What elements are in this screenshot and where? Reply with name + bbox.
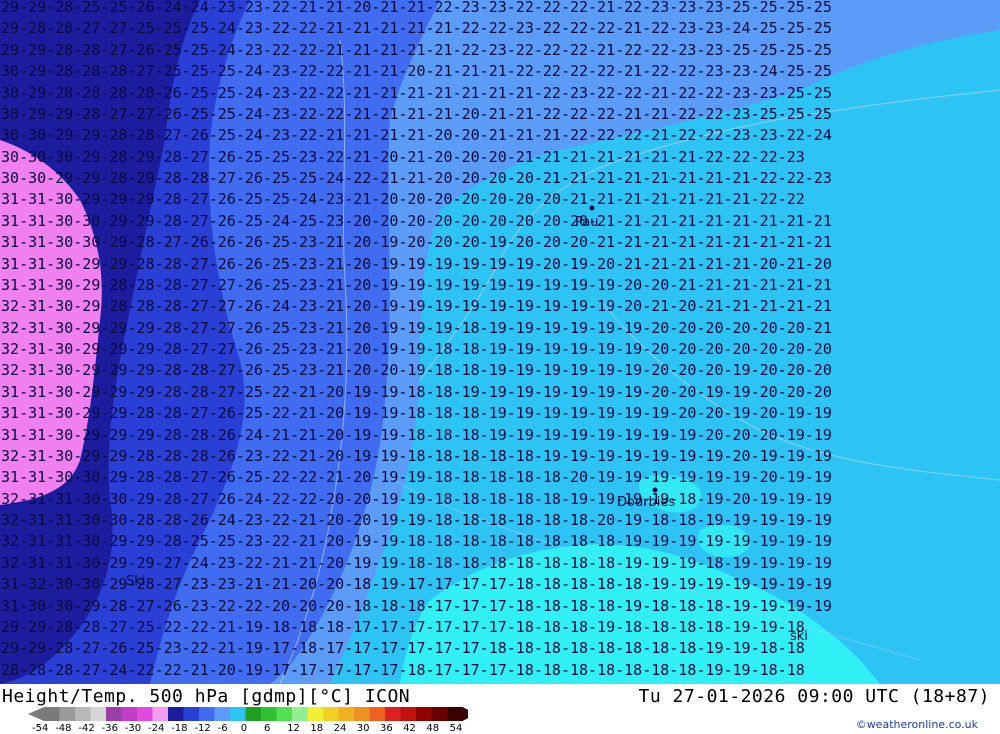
temperature-row: -32-31-30-29-28-28-28-27-27-26-24-23-21-… — [0, 297, 832, 315]
legend-tick-label: -42 — [78, 723, 95, 734]
legend-swatch — [230, 707, 246, 721]
legend-tick-label: -30 — [124, 723, 142, 734]
place-ski-2[interactable]: ski — [790, 629, 808, 644]
legend-swatch — [276, 707, 293, 721]
temperature-row: -31-31-30-29-29-29-28-28-27-25-22-21-20-… — [0, 383, 832, 401]
temperature-row: -32-31-31-30-30-28-28-26-24-23-22-21-20-… — [0, 511, 832, 529]
legend-tick-label: -24 — [148, 723, 165, 734]
legend-tick-label: 18 — [310, 723, 324, 734]
temperature-row: -31-31-30-29-29-29-28-28-26-24-21-21-20-… — [0, 426, 832, 444]
legend-tick-label: -54 — [32, 723, 49, 734]
legend-swatch — [447, 707, 463, 721]
legend-swatch — [431, 707, 448, 721]
legend-tick-label: -18 — [171, 723, 188, 734]
temperature-row: -31-31-30-29-28-28-28-27-27-26-25-23-21-… — [0, 276, 832, 294]
legend-tick-label: -36 — [101, 723, 118, 734]
map-canvas: -29-29-28-25-25-26-24-24-23-23-22-21-21-… — [0, 0, 1000, 684]
legend-tick-label: -48 — [55, 723, 72, 734]
temperature-map[interactable]: -29-29-28-25-25-26-24-24-23-23-22-21-21-… — [0, 0, 1000, 684]
legend-swatch — [292, 707, 308, 721]
temperature-row: -29-28-28-27-27-25-25-25-24-23-22-22-21-… — [0, 19, 832, 37]
temperature-row: -30-29-29-28-27-27-26-25-25-24-23-22-22-… — [0, 105, 832, 123]
temperature-row: -32-31-31-30-29-29-27-24-23-22-21-21-20-… — [0, 554, 832, 572]
legend-tick-label: 12 — [287, 723, 300, 734]
temperature-row: -30-30-29-29-28-29-28-28-27-26-25-25-24-… — [0, 169, 832, 187]
legend-swatch — [416, 707, 432, 721]
legend-swatch — [152, 707, 169, 721]
temperature-row: -31-32-30-30-29-28-27-23-23-21-21-20-20-… — [0, 575, 832, 593]
temperature-row: -32-31-31-30-29-29-28-25-25-23-22-21-20-… — [0, 532, 832, 550]
legend-swatches — [28, 707, 468, 721]
legend-tick-label: 30 — [356, 723, 370, 734]
temperature-row: -31-31-30-30-29-28-27-26-26-26-25-23-21-… — [0, 233, 832, 251]
legend-swatch — [183, 707, 200, 721]
temperature-row: -31-31-30-29-29-29-28-27-26-25-25-24-23-… — [0, 190, 805, 208]
legend-swatch — [121, 707, 138, 721]
place-dourbies-label: Dourbies — [617, 495, 675, 510]
temperature-row: -30-29-28-28-28-27-25-25-25-24-23-22-22-… — [0, 62, 832, 80]
legend-tick-label: 6 — [264, 723, 271, 734]
legend-tick-label: -12 — [194, 723, 211, 734]
temperature-row: -30-29-28-28-28-28-26-25-25-24-23-22-22-… — [0, 84, 832, 102]
legend-swatch — [385, 707, 401, 721]
legend-swatch — [400, 707, 417, 721]
temperature-row: -30-30-29-29-28-28-27-26-25-24-23-22-21-… — [0, 126, 832, 144]
temperature-row: -32-31-30-29-29-29-28-27-27-26-25-23-21-… — [0, 319, 832, 337]
temperature-row: -32-31-31-30-30-29-28-27-26-24-22-22-20-… — [0, 490, 832, 508]
temperature-row: -31-31-30-30-29-29-28-27-26-25-24-25-23-… — [0, 212, 832, 230]
color-legend — [28, 707, 468, 721]
temperature-row: -28-28-28-27-24-22-22-21-20-19-17-17-17-… — [0, 661, 805, 679]
legend-swatch — [106, 707, 122, 721]
legend-swatch — [199, 707, 215, 721]
legend-tick-label: -6 — [217, 723, 228, 734]
legend-swatch — [44, 707, 60, 721]
place-pau-label: Pau — [575, 215, 598, 230]
place-dourbies-marker — [652, 487, 658, 493]
temperature-row: -31-30-30-29-28-27-26-23-22-22-20-20-20-… — [0, 597, 832, 615]
legend-arrow-left — [28, 707, 44, 721]
map-datetime: Tu 27-01-2026 09:00 UTC (18+87) — [638, 686, 990, 707]
legend-swatch — [369, 707, 386, 721]
temperature-row: -31-31-30-30-29-28-28-27-26-25-22-22-21-… — [0, 468, 832, 486]
legend-tick-label: 54 — [449, 723, 463, 734]
legend-tick-label: 24 — [333, 723, 347, 734]
place-ski-2-label: ski — [790, 629, 808, 644]
legend-tick-label: 0 — [240, 723, 248, 734]
legend-swatch — [137, 707, 153, 721]
legend-swatch — [168, 707, 184, 721]
temperature-row: -32-31-30-29-29-29-28-28-27-26-25-23-21-… — [0, 361, 832, 379]
temperature-row: -31-31-30-29-29-28-28-27-26-26-25-23-21-… — [0, 255, 832, 273]
legend-tick-label: 48 — [426, 723, 440, 734]
place-pau-marker — [589, 205, 595, 211]
place-ski-1-label: Ski — [126, 574, 145, 589]
temperature-row: -29-29-28-27-26-25-23-22-21-19-17-18-17-… — [0, 639, 805, 657]
temperature-row: -29-29-28-28-27-25-22-22-21-19-18-18-18-… — [0, 618, 805, 636]
legend-tick-label: 42 — [403, 723, 416, 734]
legend-swatch — [90, 707, 107, 721]
temperature-row: -32-31-30-29-29-29-28-27-27-26-25-23-21-… — [0, 340, 832, 358]
temperature-row: -30-30-30-29-28-29-28-27-26-25-25-23-22-… — [0, 148, 805, 166]
legend-swatch — [307, 707, 324, 721]
legend-swatch — [338, 707, 355, 721]
temperature-row: -29-29-28-25-25-26-24-24-23-23-22-21-21-… — [0, 0, 832, 16]
legend-swatch — [354, 707, 370, 721]
legend-swatch — [261, 707, 277, 721]
temperature-labels: -29-29-28-25-25-26-24-24-23-23-22-21-21-… — [0, 0, 832, 679]
legend-tick-label: 36 — [380, 723, 393, 734]
legend-swatch — [59, 707, 76, 721]
legend-swatch — [323, 707, 339, 721]
legend-swatch — [245, 707, 262, 721]
temperature-row: -32-31-30-29-29-28-28-28-26-23-22-21-20-… — [0, 447, 832, 465]
temperature-row: -31-31-30-29-29-28-28-27-26-25-22-21-20-… — [0, 404, 832, 422]
place-ski-1[interactable]: Ski — [126, 574, 145, 589]
map-title: Height/Temp. 500 hPa [gdmp][°C] ICON — [2, 686, 411, 707]
legend-arrow-right — [462, 707, 468, 721]
legend-swatch — [214, 707, 231, 721]
credit-link[interactable]: ©weatheronline.co.uk — [856, 718, 978, 731]
legend-swatch — [75, 707, 91, 721]
temperature-row: -29-29-28-28-27-26-25-25-24-23-22-22-21-… — [0, 41, 832, 59]
